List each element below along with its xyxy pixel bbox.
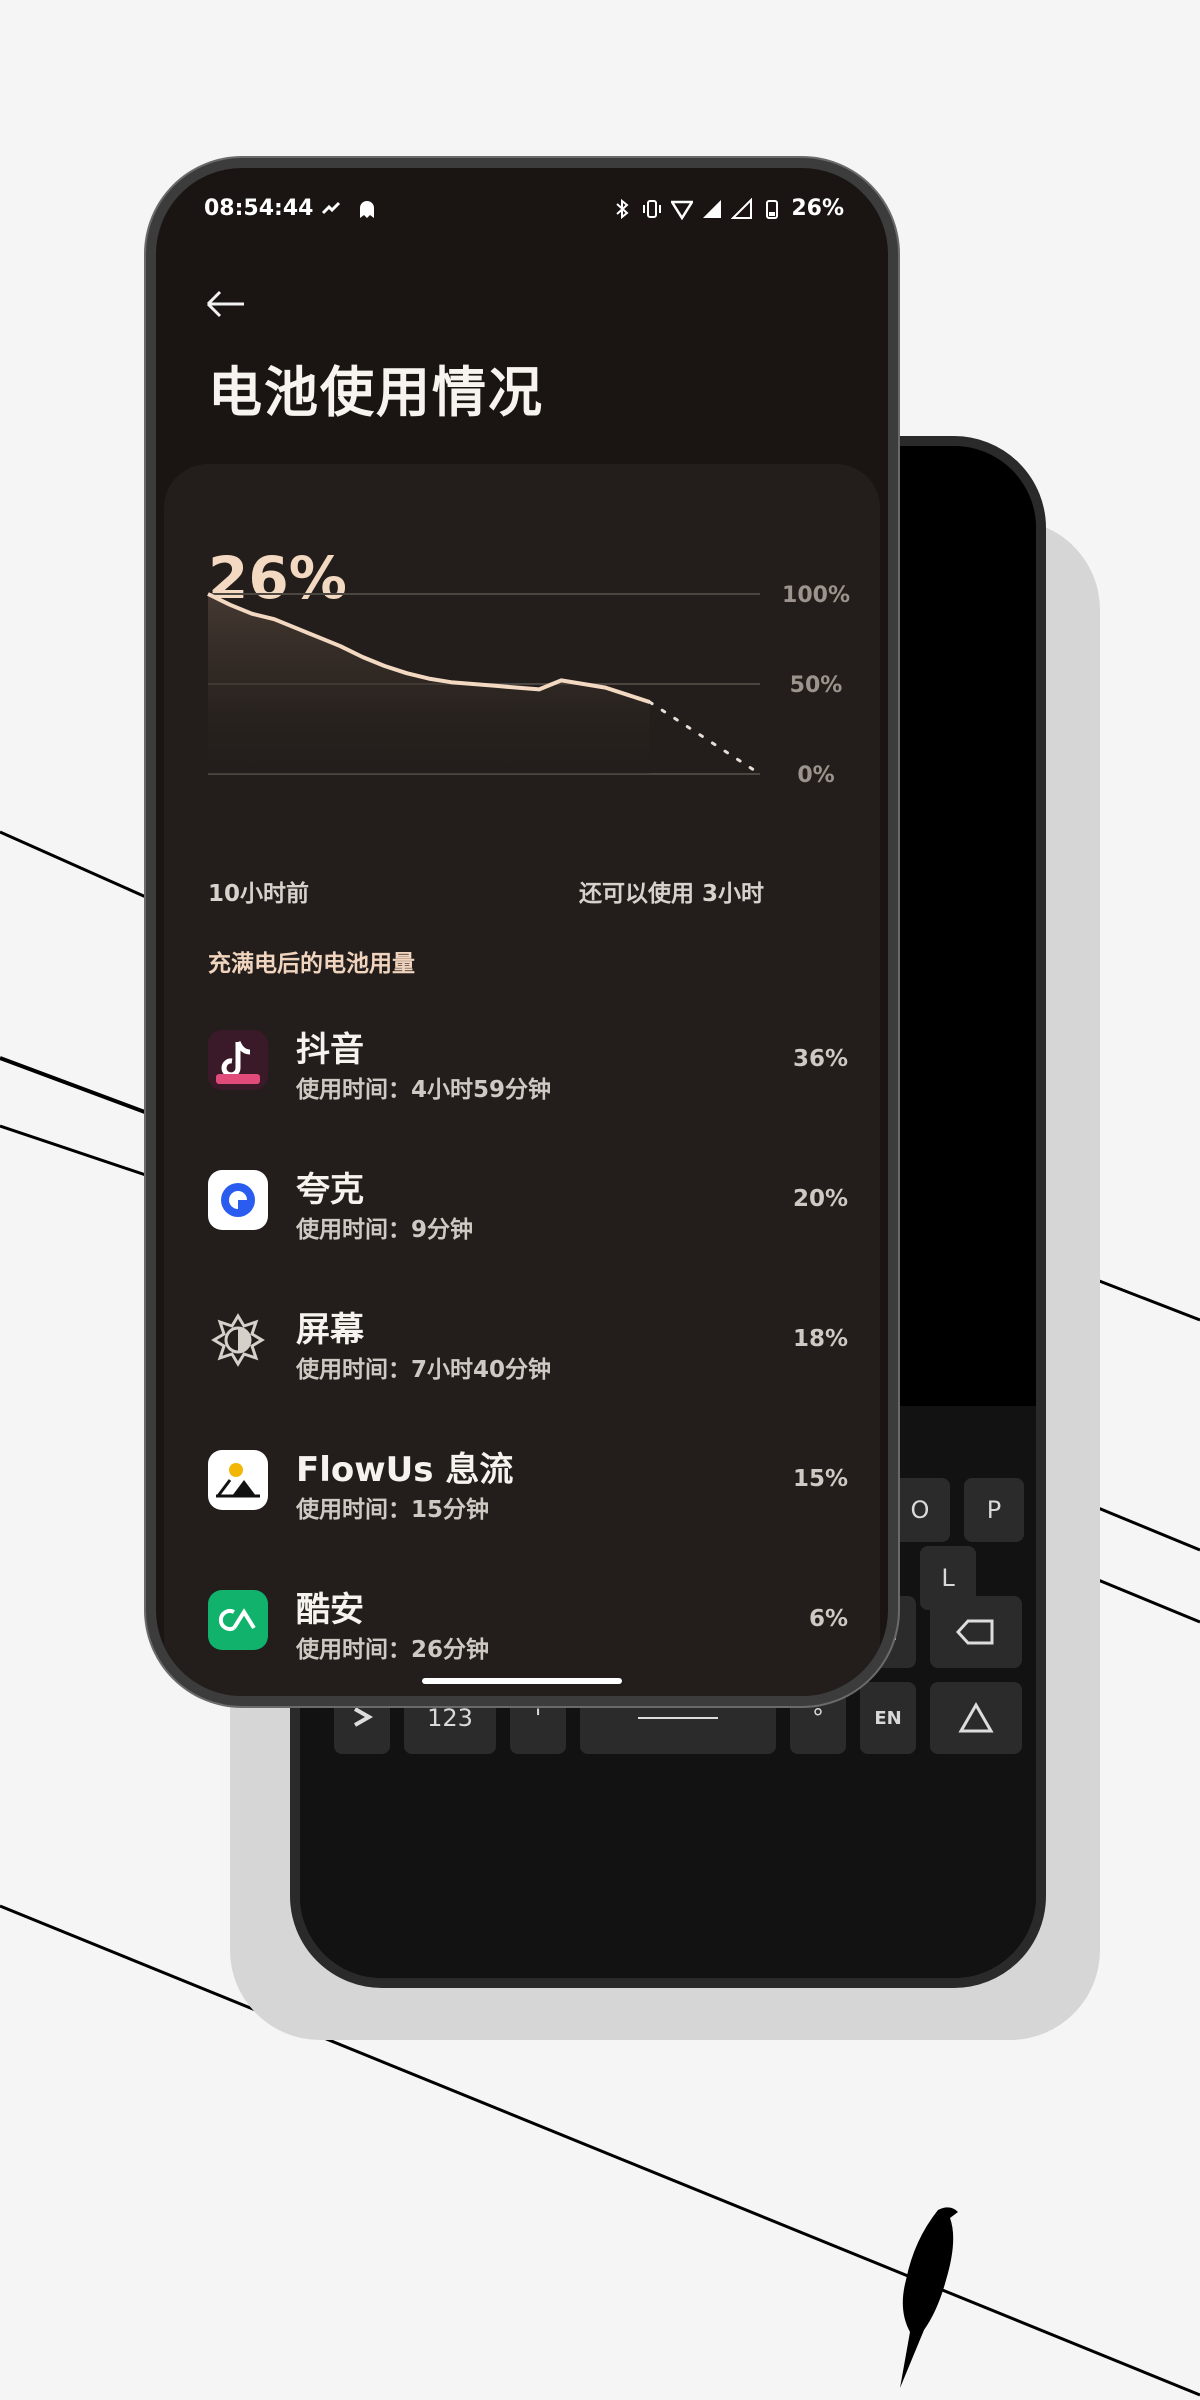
- enter-icon: [958, 1702, 994, 1733]
- flowus-icon: [208, 1450, 268, 1510]
- app-row-flowus[interactable]: FlowUs 息流 使用时间：15分钟 15%: [164, 1436, 880, 1556]
- app-percent: 6%: [808, 1606, 848, 1632]
- y-tick-50: 50%: [790, 673, 843, 698]
- data-saver-icon: [321, 201, 341, 215]
- input-switch-icon: [354, 1707, 374, 1727]
- app-usage: 使用时间：4小时59分钟: [296, 1077, 552, 1103]
- backspace-icon: [956, 1619, 994, 1645]
- app-row-screen[interactable]: 屏幕 使用时间：7小时40分钟 18%: [164, 1296, 880, 1416]
- app-row-quark[interactable]: 夸克 使用时间：9分钟 20%: [164, 1156, 880, 1276]
- screen-brightness-icon: [208, 1310, 268, 1370]
- key-enter[interactable]: [930, 1682, 1022, 1754]
- vibrate-icon: [643, 199, 662, 218]
- app-usage: 使用时间：15分钟: [296, 1497, 490, 1523]
- app-percent: 20%: [792, 1186, 848, 1212]
- notification-ghost-icon: [360, 201, 374, 218]
- coolapk-icon: [208, 1590, 268, 1650]
- status-time: 08:54:44: [204, 196, 314, 221]
- space-bar-line: [638, 1717, 718, 1719]
- section-title: 充满电后的电池用量: [208, 951, 415, 977]
- battery-projection-line: [648, 700, 762, 776]
- app-name: 酷安: [296, 1590, 364, 1630]
- y-tick-100: 100%: [782, 583, 850, 608]
- app-name: FlowUs 息流: [296, 1450, 514, 1490]
- status-battery-text: 26%: [791, 196, 844, 221]
- front-phone-screen: 08:54:44 26% 电池使用情况 26% 100% 50% 0% 10小时…: [156, 168, 888, 1696]
- home-indicator[interactable]: [422, 1678, 622, 1684]
- app-percent: 18%: [792, 1326, 848, 1352]
- signal-icon-2: [731, 197, 753, 219]
- app-usage: 使用时间：7小时40分钟: [296, 1357, 552, 1383]
- battery-icon: [766, 199, 779, 219]
- app-name: 抖音: [296, 1030, 364, 1070]
- x-axis-start-label: 10小时前: [208, 881, 310, 907]
- douyin-icon: [208, 1030, 268, 1090]
- front-phone: 08:54:44 26% 电池使用情况 26% 100% 50% 0% 10小时…: [146, 158, 898, 1706]
- bluetooth-icon: [616, 198, 629, 219]
- quark-icon: [208, 1170, 268, 1230]
- status-right-icons: 26%: [611, 196, 844, 221]
- y-tick-0: 0%: [797, 763, 834, 788]
- key-backspace[interactable]: [930, 1596, 1022, 1668]
- status-bar: 08:54:44 26%: [204, 192, 844, 232]
- app-percent: 36%: [792, 1046, 848, 1072]
- key-o[interactable]: O: [890, 1478, 950, 1542]
- app-usage: 使用时间：26分钟: [296, 1637, 490, 1663]
- app-name: 夸克: [296, 1170, 364, 1210]
- battery-chart: 100% 50% 0%: [207, 583, 850, 788]
- page-title: 电池使用情况: [208, 361, 544, 424]
- status-left-icons: [320, 198, 378, 220]
- app-row-douyin[interactable]: 抖音 使用时间：4小时59分钟 36%: [164, 1016, 880, 1136]
- back-arrow-icon[interactable]: [194, 274, 254, 334]
- app-usage: 使用时间：9分钟: [296, 1217, 474, 1243]
- key-p[interactable]: P: [964, 1478, 1024, 1542]
- app-percent: 15%: [792, 1466, 848, 1492]
- x-axis-end-label: 还可以使用 3小时: [578, 881, 764, 907]
- battery-card: 26% 100% 50% 0% 10小时前 还可以使用 3小时 充满电后的电池用…: [164, 464, 880, 1696]
- app-name: 屏幕: [296, 1310, 364, 1350]
- wifi-icon: [671, 200, 694, 220]
- bird-silhouette: [900, 2207, 958, 2388]
- signal-icon-1: [703, 199, 722, 218]
